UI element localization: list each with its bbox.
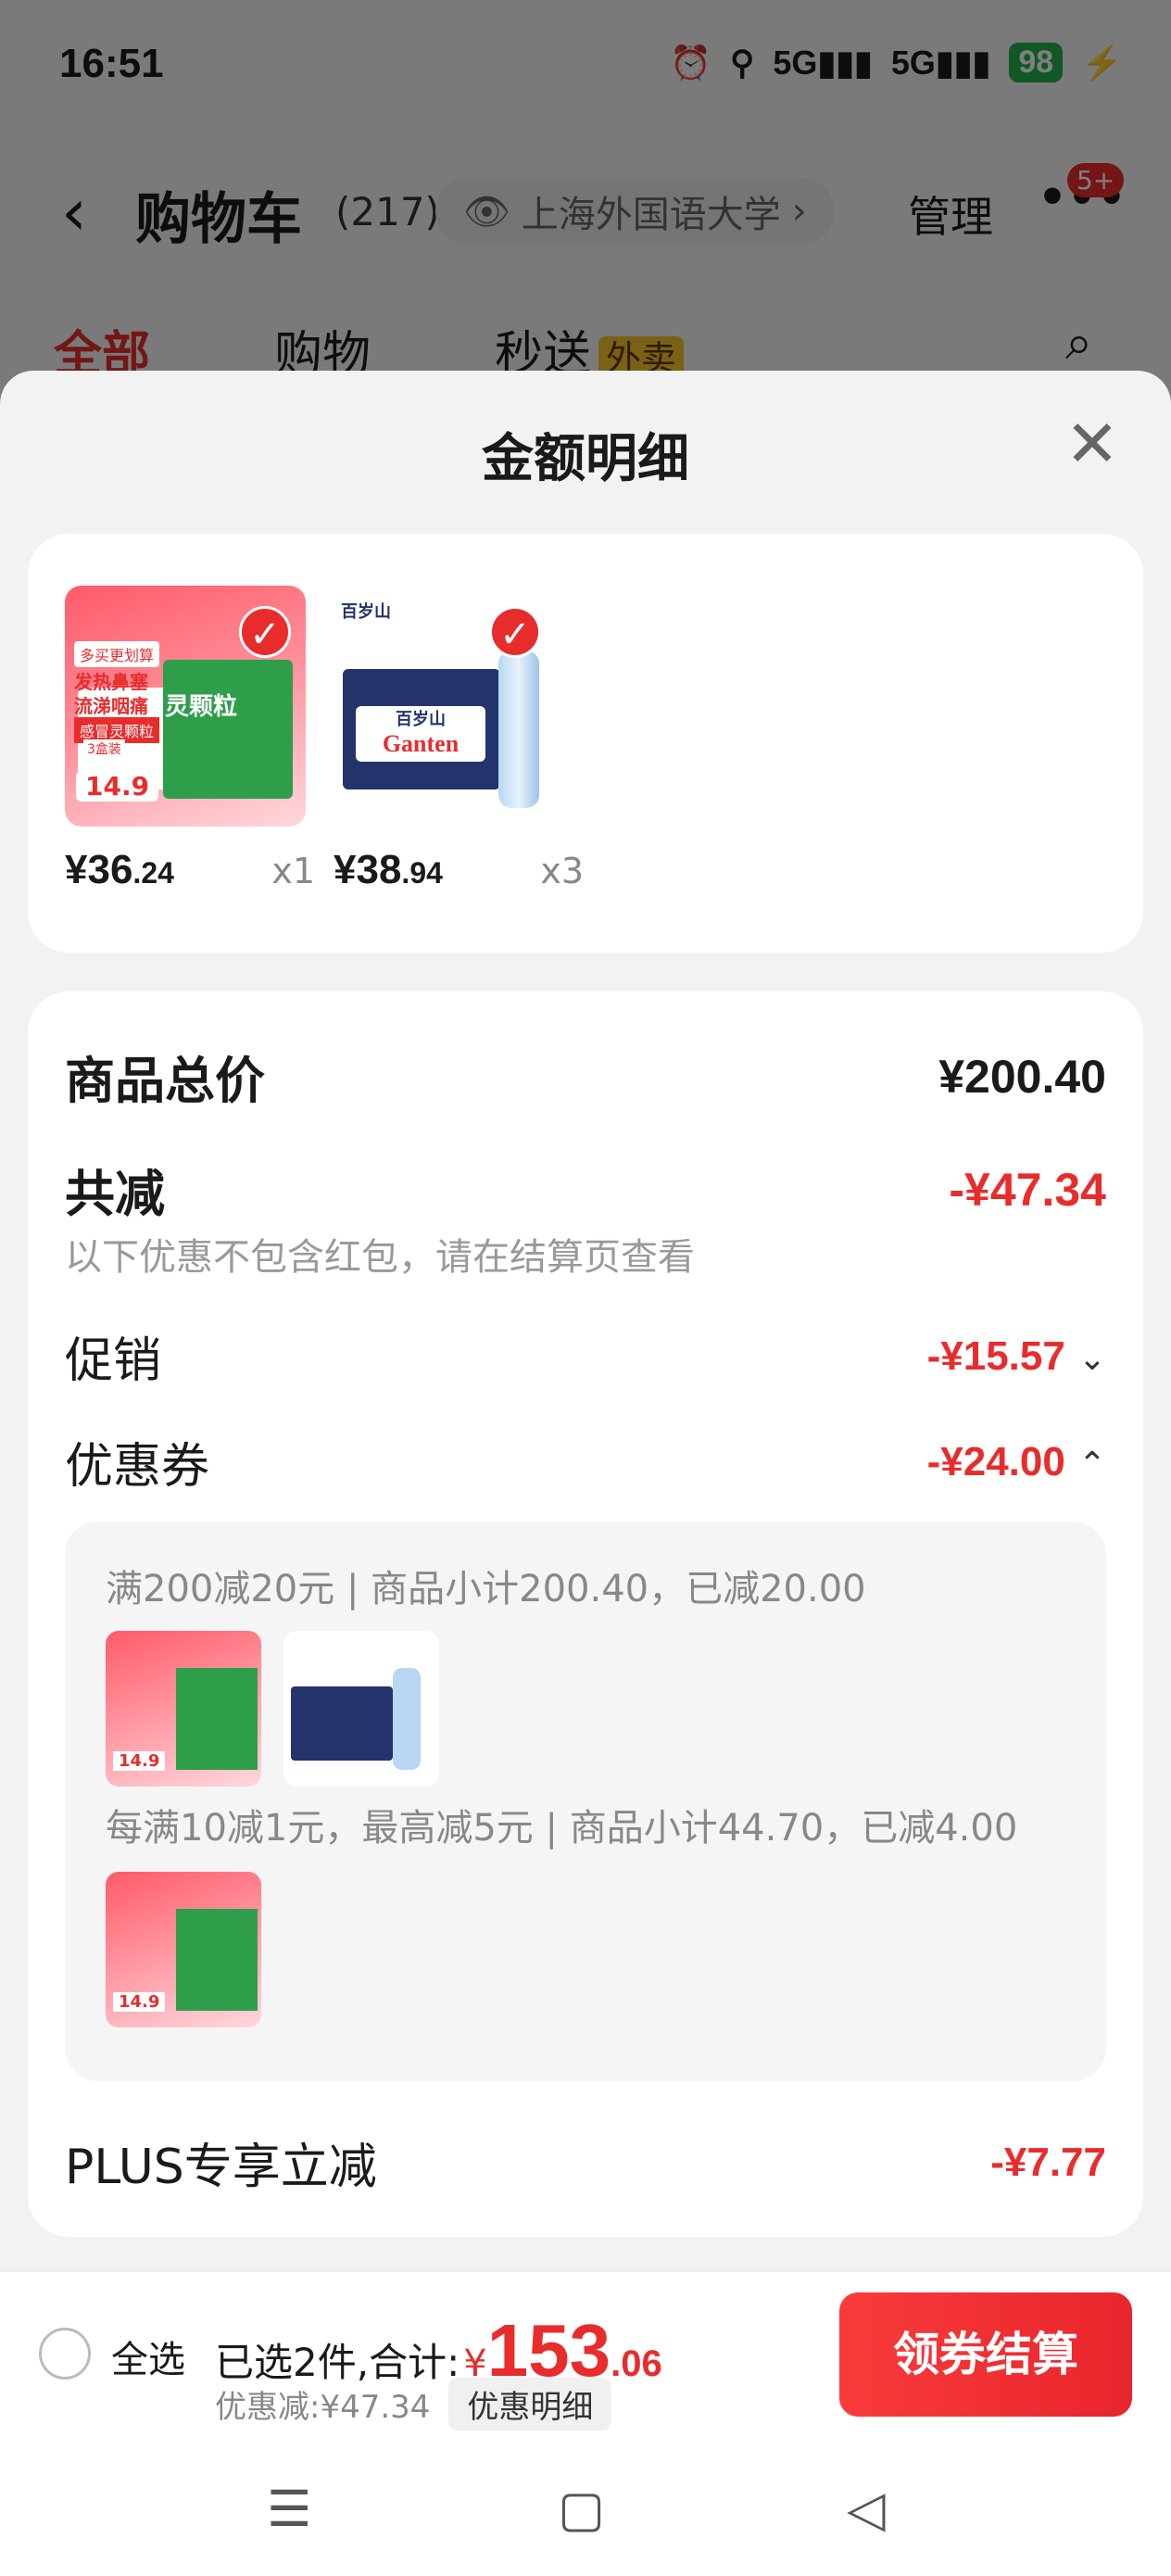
chevron-up-icon: ⌃ xyxy=(1077,1445,1106,1484)
promotion-value-wrap: -¥15.57 ⌄ xyxy=(927,1333,1106,1380)
select-all-radio[interactable] xyxy=(39,2328,91,2380)
total-cents: .06 xyxy=(611,2343,662,2384)
coupon-product-water xyxy=(283,1631,439,1787)
discount-detail-button[interactable]: 优惠明细 xyxy=(448,2378,612,2431)
location-selector[interactable]: 👁 上海外国语大学 › xyxy=(435,178,835,245)
selected-check-icon[interactable]: ✓ xyxy=(239,606,291,658)
status-time: 16:51 xyxy=(59,41,164,86)
chevron-right-icon: › xyxy=(791,190,807,233)
reduction-note: 以下优惠不包含红包，请在结算页查看 xyxy=(65,1236,695,1279)
coupon-rule-2: 每满10减1元，最高减5元 | 商品小计44.70，已减4.00 xyxy=(106,1807,1018,1850)
total-price-row: 商品总价 ¥200.40 xyxy=(65,1040,1106,1113)
total-price-label: 商品总价 xyxy=(65,1052,265,1110)
plus-discount-label: PLUS专享立减 xyxy=(65,2140,377,2195)
status-bar: 16:51 ⏰ ⚲ 5G▮▮▮ 5G▮▮▮ 98 ⚡ xyxy=(0,0,1171,139)
coupon-product-medicine: 14.9 xyxy=(106,1872,261,2027)
cart-count: (217) xyxy=(335,189,440,234)
total-price-value: ¥200.40 xyxy=(938,1050,1106,1103)
coupon-detail-box: 满200减20元 | 商品小计200.40，已减20.00 14.9 每满10减… xyxy=(65,1522,1106,2081)
product-item[interactable]: 灵颗粒 多买更划算 发热鼻塞 流涕咽痛 感冒灵颗粒 3盒装 14.9 ✓ ¥36… xyxy=(65,586,315,892)
chevron-down-icon: ⌄ xyxy=(1077,1339,1106,1378)
product-image-water: 百岁山 Ganten 百岁山 ✓ xyxy=(334,586,574,827)
coupon-value-wrap: -¥24.00 ⌃ xyxy=(927,1439,1106,1485)
product-qty: x3 xyxy=(540,851,584,891)
alarm-icon: ⏰ xyxy=(670,43,712,82)
product-price: ¥38.94 xyxy=(334,847,443,892)
checkout-button[interactable]: 领券结算 xyxy=(839,2292,1132,2417)
close-icon[interactable]: ✕ xyxy=(1060,411,1125,476)
location-icon: ⚲ xyxy=(730,43,755,82)
charging-icon: ⚡ xyxy=(1081,43,1123,82)
cart-header: ‹ 购物车 (217) 👁 上海外国语大学 › 管理 ••• 5+ xyxy=(0,158,1171,269)
product-price-row: ¥36.24 x1 xyxy=(65,847,315,893)
price-breakdown-card: 商品总价 ¥200.40 共减 -¥47.34 以下优惠不包含红包，请在结算页查… xyxy=(28,991,1143,2237)
total-reduction-label: 共减 xyxy=(65,1165,165,1223)
promotion-value: -¥15.57 xyxy=(926,1332,1065,1379)
back-arrow-icon[interactable]: ‹ xyxy=(61,174,87,250)
selected-products-card: 灵颗粒 多买更划算 发热鼻塞 流涕咽痛 感冒灵颗粒 3盒装 14.9 ✓ ¥36… xyxy=(28,534,1143,953)
total-amount: 153 xyxy=(486,2309,611,2392)
back-triangle-icon[interactable]: ◁ xyxy=(847,2480,886,2538)
manage-button[interactable]: 管理 xyxy=(908,183,993,245)
notification-badge: 5+ xyxy=(1067,163,1125,197)
status-icons: ⏰ ⚲ 5G▮▮▮ 5G▮▮▮ 98 ⚡ xyxy=(670,43,1123,82)
signal-icon: 5G▮▮▮ xyxy=(890,43,991,82)
signal-icon: 5G▮▮▮ xyxy=(773,43,873,82)
checkout-bar: 全选 已选2件,合计: ¥ 153 .06 优惠减:¥47.34 优惠明细 领券… xyxy=(0,2270,1171,2433)
amount-detail-sheet: 金额明细 ✕ 灵颗粒 多买更划算 发热鼻塞 流涕咽痛 感冒灵颗粒 3盒装 14.… xyxy=(0,371,1171,2270)
plus-discount-value: -¥7.77 xyxy=(990,2139,1106,2185)
select-all-label[interactable]: 全选 xyxy=(111,2330,185,2383)
system-nav-bar: ☰ ▢ ◁ xyxy=(0,2433,1171,2576)
product-price-row: ¥38.94 x3 xyxy=(334,847,584,893)
product-price: ¥36.24 xyxy=(65,847,174,892)
product-image-medicine: 灵颗粒 多买更划算 发热鼻塞 流涕咽痛 感冒灵颗粒 3盒装 14.9 ✓ xyxy=(65,586,306,827)
coupon-row[interactable]: 优惠券 -¥24.00 ⌃ xyxy=(65,1427,1106,1496)
location-text: 上海外国语大学 xyxy=(521,194,781,236)
search-icon[interactable]: ⌕ xyxy=(1065,315,1092,372)
discount-summary: 优惠减:¥47.34 优惠明细 xyxy=(215,2378,612,2431)
coupon-value: -¥24.00 xyxy=(926,1438,1065,1484)
sheet-title: 金额明细 xyxy=(482,429,689,489)
total-reduction-value: -¥47.34 xyxy=(949,1163,1106,1216)
total-reduction-row: 共减 -¥47.34 xyxy=(65,1153,1106,1226)
promotion-label: 促销 xyxy=(65,1333,162,1389)
coupon-label: 优惠券 xyxy=(65,1439,210,1495)
selected-check-icon[interactable]: ✓ xyxy=(489,606,541,658)
battery-icon: 98 xyxy=(1009,43,1064,82)
product-item[interactable]: 百岁山 Ganten 百岁山 ✓ ¥38.94 x3 xyxy=(334,586,584,892)
product-qty: x1 xyxy=(271,851,315,891)
home-icon[interactable]: ▢ xyxy=(558,2480,605,2538)
page-title: 购物车 xyxy=(135,187,302,252)
discount-text: 优惠减:¥47.34 xyxy=(215,2389,431,2426)
cart-page-background: 16:51 ⏰ ⚲ 5G▮▮▮ 5G▮▮▮ 98 ⚡ ‹ 购物车 (217) 👁… xyxy=(0,0,1171,389)
eye-icon: 👁 xyxy=(463,190,510,234)
coupon-product-medicine: 14.9 xyxy=(106,1631,261,1787)
menu-icon[interactable]: ☰ xyxy=(267,2480,311,2538)
coupon-rule-1: 满200减20元 | 商品小计200.40，已减20.00 xyxy=(106,1568,866,1610)
promotion-row[interactable]: 促销 -¥15.57 ⌄ xyxy=(65,1321,1106,1391)
plus-discount-row: PLUS专享立减 -¥7.77 xyxy=(65,2128,1106,2197)
